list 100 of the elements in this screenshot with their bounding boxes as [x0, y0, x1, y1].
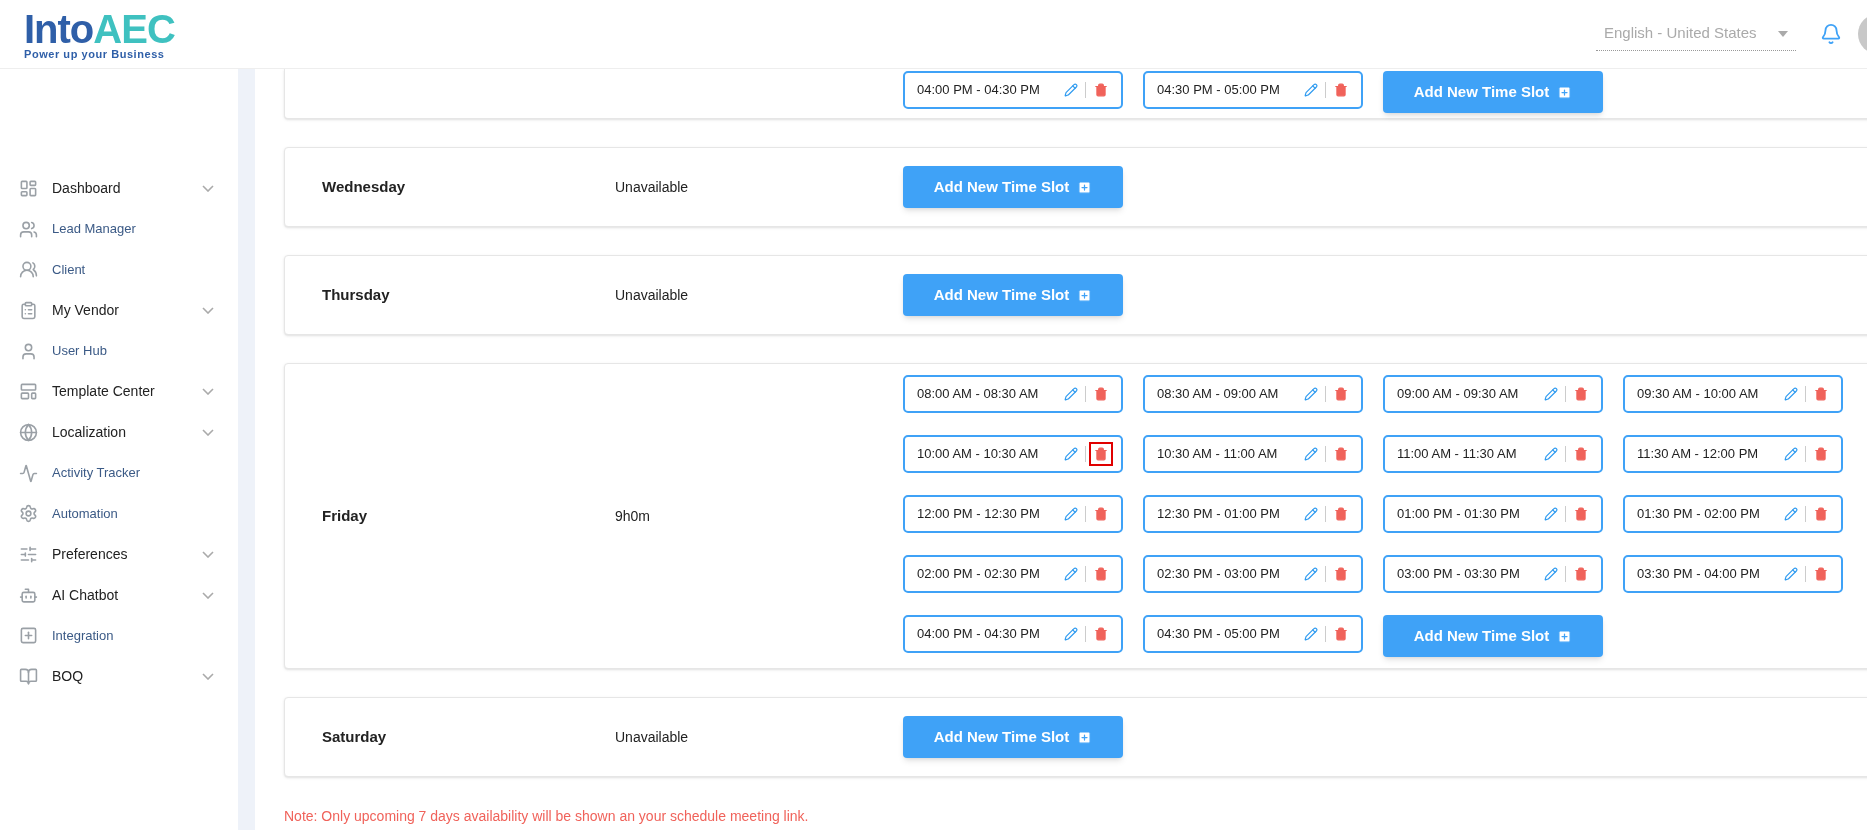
slot-time: 02:30 PM - 03:00 PM [1157, 565, 1281, 584]
trash-icon [1094, 507, 1108, 521]
pencil-icon [1304, 567, 1318, 581]
sliders-icon [19, 545, 38, 565]
chevron-down-icon [202, 428, 214, 436]
globe-icon [19, 422, 38, 442]
chevron-down-icon [202, 388, 214, 396]
chevron-down-icon [202, 551, 214, 559]
plus-square-icon [1557, 84, 1573, 100]
logo-text: Into [24, 8, 94, 49]
sidebar-item[interactable]: BOQ [0, 656, 238, 697]
pencil-icon [1784, 567, 1798, 581]
pencil-icon [1544, 387, 1558, 401]
pencil-icon [1784, 447, 1798, 461]
group-icon [19, 260, 38, 280]
note-text: Note: Only upcoming 7 days availability will be shown an your schedule meeting link. [284, 807, 810, 825]
sidebar-item[interactable]: AI Chatbot [0, 574, 238, 616]
trash-icon [1814, 447, 1828, 461]
trash-icon [1814, 507, 1828, 521]
sidebar-item[interactable]: Activity Tracker [0, 452, 238, 494]
slot-time: 04:30 PM - 05:00 PM [1157, 625, 1281, 644]
trash-icon [1574, 387, 1588, 401]
slot-time: 03:30 PM - 04:00 PM [1637, 565, 1761, 584]
gear-icon [19, 504, 38, 524]
pulse-icon [19, 463, 38, 483]
delete-button[interactable] [1089, 442, 1113, 466]
pencil-icon [1064, 507, 1078, 521]
slot-time: 01:30 PM - 02:00 PM [1637, 505, 1761, 524]
trash-icon [1574, 447, 1588, 461]
sidebar-item[interactable]: Lead Manager [0, 208, 238, 250]
sidebar-item[interactable]: Localization [0, 412, 238, 453]
slot-time: 08:00 AM - 08:30 AM [917, 385, 1040, 404]
chevron-down-icon [202, 591, 214, 599]
pencil-icon [1544, 567, 1558, 581]
sidebar-item[interactable]: Integration [0, 615, 238, 657]
people-icon [19, 219, 38, 239]
bell-icon[interactable] [1820, 23, 1842, 45]
trash-icon [1814, 567, 1828, 581]
book-icon [19, 667, 38, 687]
trash-icon [1574, 507, 1588, 521]
slot-time: 02:00 PM - 02:30 PM [917, 565, 1041, 584]
pencil-icon [1304, 83, 1318, 97]
trash-icon [1334, 387, 1348, 401]
trash-icon [1334, 83, 1348, 97]
plus-square-icon [1077, 287, 1093, 303]
trash-icon [1094, 627, 1108, 641]
sidebar-item[interactable]: Preferences [0, 534, 238, 575]
logo-text: AEC [93, 8, 175, 49]
slot-time: 03:00 PM - 03:30 PM [1397, 565, 1521, 584]
pencil-icon [1064, 567, 1078, 581]
trash-icon [1574, 567, 1588, 581]
trash-icon [1334, 627, 1348, 641]
slot-time: 09:30 AM - 10:00 AM [1637, 385, 1760, 404]
day-status: Unavailable [615, 177, 690, 197]
slot-time: 11:00 AM - 11:30 AM [1397, 445, 1518, 464]
sidebar-item[interactable]: My Vendor [0, 290, 238, 331]
pencil-icon [1064, 447, 1078, 461]
pencil-icon [1544, 507, 1558, 521]
day-name: Wednesday [321, 176, 407, 197]
slot-time: 12:30 PM - 01:00 PM [1157, 505, 1281, 524]
pencil-icon [1544, 447, 1558, 461]
pencil-icon [1784, 387, 1798, 401]
trash-icon [1094, 387, 1108, 401]
plus-square-icon [1557, 628, 1573, 644]
dashboard-icon [19, 178, 38, 198]
slot-time: 11:30 AM - 12:00 PM [1637, 445, 1760, 464]
robot-icon [19, 585, 38, 605]
pencil-icon [1304, 627, 1318, 641]
chevron-down-icon [202, 673, 214, 681]
pencil-icon [1304, 507, 1318, 521]
sidebar-item[interactable]: Template Center [0, 371, 238, 413]
sidebar-item[interactable]: User Hub [0, 330, 238, 372]
day-status: 9h0m [615, 506, 652, 526]
slot-time: 01:00 PM - 01:30 PM [1397, 505, 1521, 524]
slot-time: 04:00 PM - 04:30 PM [917, 625, 1041, 644]
clipboard-icon [19, 300, 38, 320]
chevron-down-icon [202, 306, 214, 314]
plus-square-icon [1077, 729, 1093, 745]
plus-square-icon [19, 626, 38, 646]
day-name: Friday [321, 505, 368, 526]
slot-time: 08:30 AM - 09:00 AM [1157, 385, 1280, 404]
template-icon [19, 382, 38, 402]
sidebar-item[interactable]: Dashboard [0, 168, 238, 209]
day-status: Unavailable [615, 285, 690, 305]
trash-icon [1094, 567, 1108, 581]
pencil-icon [1784, 507, 1798, 521]
pencil-icon [1064, 83, 1078, 97]
trash-icon [1334, 567, 1348, 581]
slot-time: 12:00 PM - 12:30 PM [917, 505, 1041, 524]
logo-tagline: Power up your Business [24, 48, 166, 60]
plus-square-icon [1077, 179, 1093, 195]
pencil-icon [1064, 627, 1078, 641]
pencil-icon [1304, 387, 1318, 401]
slot-time: 10:00 AM - 10:30 AM [917, 445, 1040, 464]
slot-time: 10:30 AM - 11:00 AM [1157, 445, 1279, 464]
trash-icon [1334, 507, 1348, 521]
day-name: Thursday [321, 284, 391, 305]
slot-time: 09:00 AM - 09:30 AM [1397, 385, 1520, 404]
sidebar-item[interactable]: Client [0, 249, 238, 291]
sidebar-item[interactable]: Automation [0, 493, 238, 535]
